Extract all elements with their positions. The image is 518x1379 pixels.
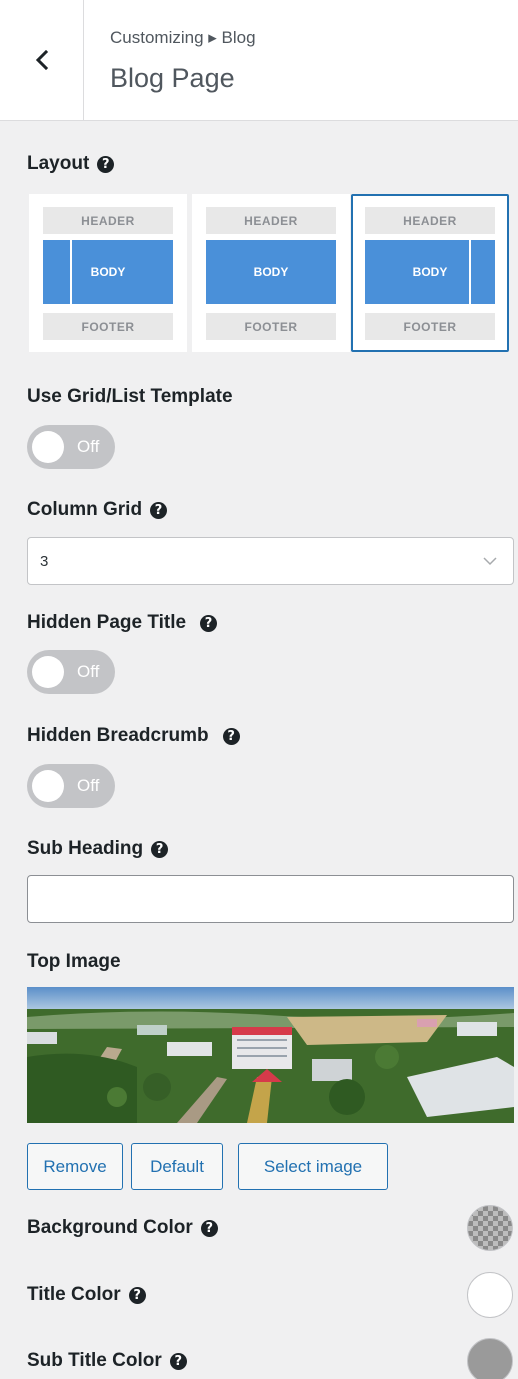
- title-color-label-row: Title Color ?: [27, 1284, 146, 1306]
- sub-heading-input[interactable]: [27, 875, 514, 923]
- layout-body-block: BODY: [43, 240, 173, 304]
- sub-title-color-label-row: Sub Title Color ?: [27, 1350, 187, 1372]
- sub-title-color-label: Sub Title Color: [27, 1350, 162, 1371]
- page-title: Blog Page: [110, 63, 235, 93]
- layout-sidebar-divider: [70, 240, 72, 304]
- layout-body-block: BODY: [365, 240, 495, 304]
- hidden-breadcrumb-label: Hidden Breadcrumb: [27, 725, 209, 746]
- help-icon[interactable]: ?: [169, 1352, 187, 1370]
- toggle-state: Off: [77, 776, 100, 795]
- top-image-preview: [27, 987, 514, 1123]
- layout-header-block: HEADER: [206, 207, 336, 234]
- help-icon[interactable]: ?: [222, 727, 240, 745]
- toggle-knob: [32, 431, 64, 463]
- toggle-knob: [32, 770, 64, 802]
- layout-option-left-sidebar[interactable]: HEADER BODY FOOTER: [29, 194, 187, 352]
- chevron-left-icon: [35, 50, 48, 70]
- back-button[interactable]: [0, 0, 84, 120]
- customizer-section: Layout ? HEADER BODY FOOTER HEADER BODY …: [12, 121, 518, 1379]
- layout-options: HEADER BODY FOOTER HEADER BODY FOOTER HE…: [29, 194, 516, 354]
- top-image-label: Top Image: [27, 951, 121, 972]
- title-color-label: Title Color: [27, 1284, 121, 1305]
- layout-option-right-sidebar[interactable]: HEADER BODY FOOTER: [351, 194, 509, 352]
- column-grid-label-row: Column Grid ?: [27, 499, 168, 521]
- help-icon[interactable]: ?: [200, 1219, 218, 1237]
- select-image-button[interactable]: Select image: [238, 1143, 388, 1190]
- grid-list-toggle[interactable]: Off: [27, 425, 115, 469]
- hidden-title-label: Hidden Page Title: [27, 612, 187, 633]
- layout-label-row: Layout ?: [27, 153, 115, 175]
- sub-title-color-swatch[interactable]: [467, 1338, 513, 1379]
- remove-image-button[interactable]: Remove: [27, 1143, 123, 1190]
- column-grid-value: 3: [40, 553, 49, 570]
- toggle-knob: [32, 656, 64, 688]
- hidden-title-label-row: Hidden Page Title ?: [27, 612, 218, 634]
- grid-list-label: Use Grid/List Template: [27, 386, 233, 407]
- panel-header: Customizing ▸ Blog Blog Page: [0, 0, 518, 121]
- background-color-swatch[interactable]: [467, 1205, 513, 1251]
- layout-sidebar-divider: [469, 240, 471, 304]
- sub-heading-label-row: Sub Heading ?: [27, 838, 169, 860]
- toggle-state: Off: [77, 437, 100, 456]
- column-grid-select[interactable]: 3: [27, 537, 514, 585]
- help-icon[interactable]: ?: [151, 840, 169, 858]
- help-icon[interactable]: ?: [128, 1286, 146, 1304]
- toggle-state: Off: [77, 662, 100, 681]
- column-grid-label: Column Grid: [27, 499, 143, 520]
- layout-body-block: BODY: [206, 240, 336, 304]
- layout-header-block: HEADER: [365, 207, 495, 234]
- layout-footer-block: FOOTER: [43, 313, 173, 340]
- chevron-down-icon: [483, 557, 497, 566]
- background-color-label-row: Background Color ?: [27, 1217, 218, 1239]
- background-color-label: Background Color: [27, 1217, 193, 1238]
- layout-footer-block: FOOTER: [206, 313, 336, 340]
- layout-option-full-width[interactable]: HEADER BODY FOOTER: [192, 194, 350, 352]
- hidden-breadcrumb-toggle[interactable]: Off: [27, 764, 115, 808]
- help-icon[interactable]: ?: [200, 614, 218, 632]
- layout-label: Layout: [27, 153, 90, 174]
- hidden-title-toggle[interactable]: Off: [27, 650, 115, 694]
- aerial-campus-image: [27, 987, 514, 1123]
- help-icon[interactable]: ?: [150, 501, 168, 519]
- sub-heading-label: Sub Heading: [27, 838, 144, 859]
- breadcrumb: Customizing ▸ Blog: [110, 28, 256, 47]
- hidden-breadcrumb-label-row: Hidden Breadcrumb ?: [27, 725, 240, 747]
- layout-footer-block: FOOTER: [365, 313, 495, 340]
- layout-header-block: HEADER: [43, 207, 173, 234]
- help-icon[interactable]: ?: [97, 155, 115, 173]
- default-image-button[interactable]: Default: [131, 1143, 223, 1190]
- title-color-swatch[interactable]: [467, 1272, 513, 1318]
